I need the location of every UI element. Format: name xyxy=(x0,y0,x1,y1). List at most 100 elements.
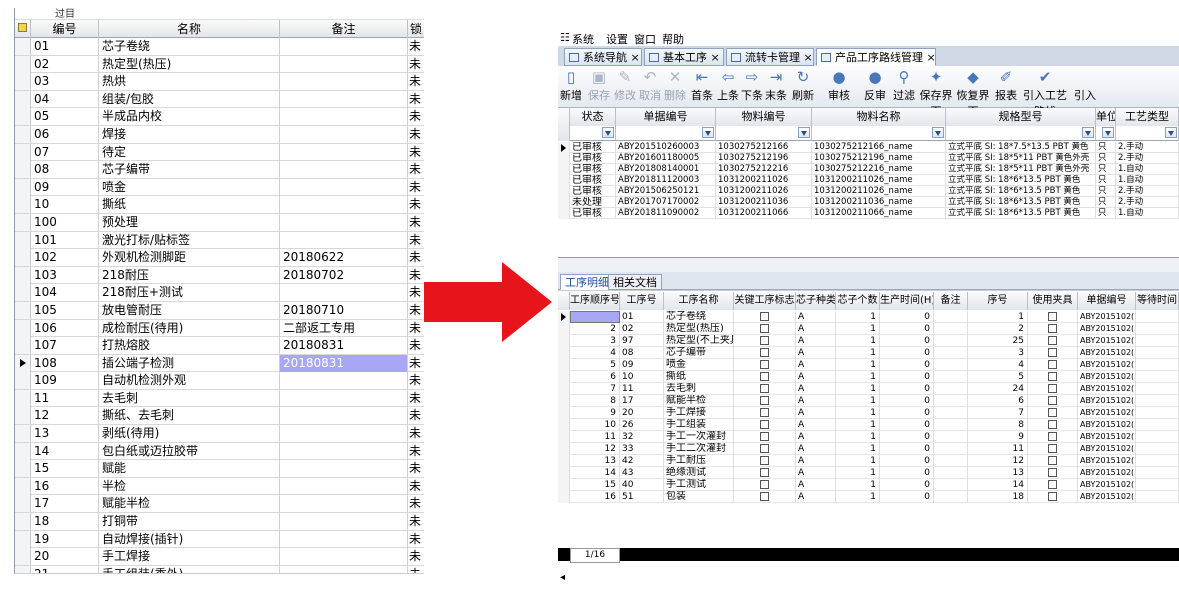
code-cell[interactable]: 15 xyxy=(31,460,99,478)
checkbox[interactable] xyxy=(760,408,769,417)
chevron-down-icon[interactable] xyxy=(702,127,714,138)
note-cell[interactable] xyxy=(934,479,968,491)
code-cell[interactable]: 100 xyxy=(31,213,99,231)
col-header-6[interactable]: 芯子个数 xyxy=(836,292,880,310)
core-count-cell[interactable]: 1 xyxy=(836,347,880,359)
process-no-cell[interactable]: 40 xyxy=(620,479,664,491)
col-header-8[interactable]: 备注 xyxy=(934,292,968,310)
fixture-cell[interactable] xyxy=(1028,371,1078,383)
process-name-cell[interactable]: 芯子卷绕 xyxy=(664,311,734,323)
toolbar-filter-button[interactable]: ⚲ 过滤 xyxy=(890,68,918,106)
checkbox[interactable] xyxy=(760,360,769,369)
table-row[interactable]: 16 51 包装 A 1 0 18 ABY2015102( xyxy=(558,491,1179,503)
seq-cell[interactable]: 8 xyxy=(570,395,620,407)
unit-cell[interactable]: 只 xyxy=(1096,175,1116,186)
time-cell[interactable]: 0 xyxy=(880,491,934,503)
process-name-cell[interactable]: 撕纸 xyxy=(664,371,734,383)
col-header-1[interactable]: 状态 xyxy=(570,108,616,126)
note-cell[interactable] xyxy=(934,419,968,431)
col-header-9[interactable]: 序号 xyxy=(968,292,1028,310)
table-row[interactable]: 已审核 ABY201510260003 1030275212166 103027521… xyxy=(558,142,1179,153)
checkbox[interactable] xyxy=(1048,360,1057,369)
process-name-cell[interactable]: 手工一次灌封 xyxy=(664,431,734,443)
checkbox[interactable] xyxy=(760,420,769,429)
name-cell[interactable]: 喷金 xyxy=(99,178,280,196)
filter-cell[interactable] xyxy=(946,126,1096,141)
table-row[interactable]: 17 赋能半检 未 xyxy=(15,495,424,514)
code-cell[interactable]: 12 xyxy=(31,407,99,425)
doc-no-cell[interactable]: ABY2015102( xyxy=(1078,347,1136,359)
grid-options-icon[interactable] xyxy=(18,23,27,32)
table-row[interactable]: 108 插公端子检测 20180831 未 xyxy=(15,354,424,373)
wait-time-cell[interactable] xyxy=(1136,395,1179,407)
checkbox[interactable] xyxy=(1048,408,1057,417)
core-kind-cell[interactable]: A xyxy=(796,395,836,407)
seq-cell[interactable]: 11 xyxy=(570,431,620,443)
note-cell[interactable] xyxy=(280,565,408,573)
key-flag-cell[interactable] xyxy=(734,371,796,383)
code-cell[interactable]: 108 xyxy=(31,354,99,372)
note-cell[interactable] xyxy=(280,389,408,407)
checkbox[interactable] xyxy=(760,324,769,333)
note-cell[interactable] xyxy=(934,323,968,335)
process-name-cell[interactable]: 热定型(不上夹具 xyxy=(664,335,734,347)
seq-cell[interactable]: 15 xyxy=(570,479,620,491)
col-header-note[interactable]: 备注 xyxy=(280,20,408,38)
toolbar-approve-button[interactable]: ● 审核 xyxy=(820,68,858,106)
process-no-cell[interactable]: 43 xyxy=(620,467,664,479)
time-cell[interactable]: 0 xyxy=(880,383,934,395)
fixture-cell[interactable] xyxy=(1028,347,1078,359)
doc-cell[interactable]: ABY201506250121 xyxy=(616,186,716,197)
row-indicator[interactable] xyxy=(15,530,31,548)
code-cell[interactable]: 18 xyxy=(31,513,99,531)
core-kind-cell[interactable]: A xyxy=(796,383,836,395)
checkbox[interactable] xyxy=(1048,336,1057,345)
mat-cell[interactable]: 1030275212196 xyxy=(716,153,812,164)
code-cell[interactable]: 101 xyxy=(31,231,99,249)
order-cell[interactable]: 24 xyxy=(968,383,1028,395)
code-cell[interactable]: 103 xyxy=(31,266,99,284)
key-flag-cell[interactable] xyxy=(734,395,796,407)
table-row[interactable]: 15 赋能 未 xyxy=(15,460,424,478)
fixture-cell[interactable] xyxy=(1028,419,1078,431)
name-cell[interactable]: 焊接 xyxy=(99,125,280,143)
row-indicator[interactable] xyxy=(15,548,31,566)
col-header-10[interactable]: 使用夹具 xyxy=(1028,292,1078,310)
toolbar-last-button[interactable]: ⇥ 末条 xyxy=(764,68,788,106)
row-indicator[interactable] xyxy=(15,125,31,143)
table-row[interactable]: 104 218耐压+测试 未 xyxy=(15,284,424,302)
name-cell[interactable]: 热烘 xyxy=(99,73,280,91)
seq-cell[interactable] xyxy=(570,311,620,323)
unit-cell[interactable]: 只 xyxy=(1096,142,1116,153)
name-cell[interactable]: 218耐压+测试 xyxy=(99,284,280,302)
checkbox[interactable] xyxy=(760,456,769,465)
note-cell[interactable] xyxy=(934,431,968,443)
name-cell[interactable]: 手工组装(委外) xyxy=(99,565,280,573)
process-name-cell[interactable]: 手工测试 xyxy=(664,479,734,491)
table-row[interactable]: 21 手工组装(委外) 未 xyxy=(15,565,424,573)
wait-time-cell[interactable] xyxy=(1136,407,1179,419)
row-indicator[interactable] xyxy=(15,372,31,390)
status-cell[interactable]: 已审核 xyxy=(570,142,616,153)
core-count-cell[interactable]: 1 xyxy=(836,455,880,467)
code-cell[interactable]: 20 xyxy=(31,548,99,566)
checkbox[interactable] xyxy=(1048,480,1057,489)
row-indicator[interactable] xyxy=(558,335,570,347)
col-header-3[interactable]: 工序名称 xyxy=(664,292,734,310)
note-cell[interactable] xyxy=(934,407,968,419)
core-count-cell[interactable]: 1 xyxy=(836,443,880,455)
process-name-cell[interactable]: 手工耐压 xyxy=(664,455,734,467)
code-cell[interactable]: 10 xyxy=(31,196,99,214)
unit-cell[interactable]: 只 xyxy=(1096,197,1116,208)
name-cell[interactable]: 1030275212196_name xyxy=(812,153,946,164)
doc-cell[interactable]: ABY201601180005 xyxy=(616,153,716,164)
status-cell[interactable]: 已审核 xyxy=(570,186,616,197)
key-flag-cell[interactable] xyxy=(734,359,796,371)
core-count-cell[interactable]: 1 xyxy=(836,467,880,479)
name-cell[interactable]: 自动机检测外观 xyxy=(99,372,280,390)
row-indicator[interactable] xyxy=(15,178,31,196)
chevron-down-icon[interactable] xyxy=(932,127,944,138)
code-cell[interactable]: 106 xyxy=(31,319,99,337)
row-indicator[interactable] xyxy=(15,213,31,231)
process-name-cell[interactable]: 去毛刺 xyxy=(664,383,734,395)
